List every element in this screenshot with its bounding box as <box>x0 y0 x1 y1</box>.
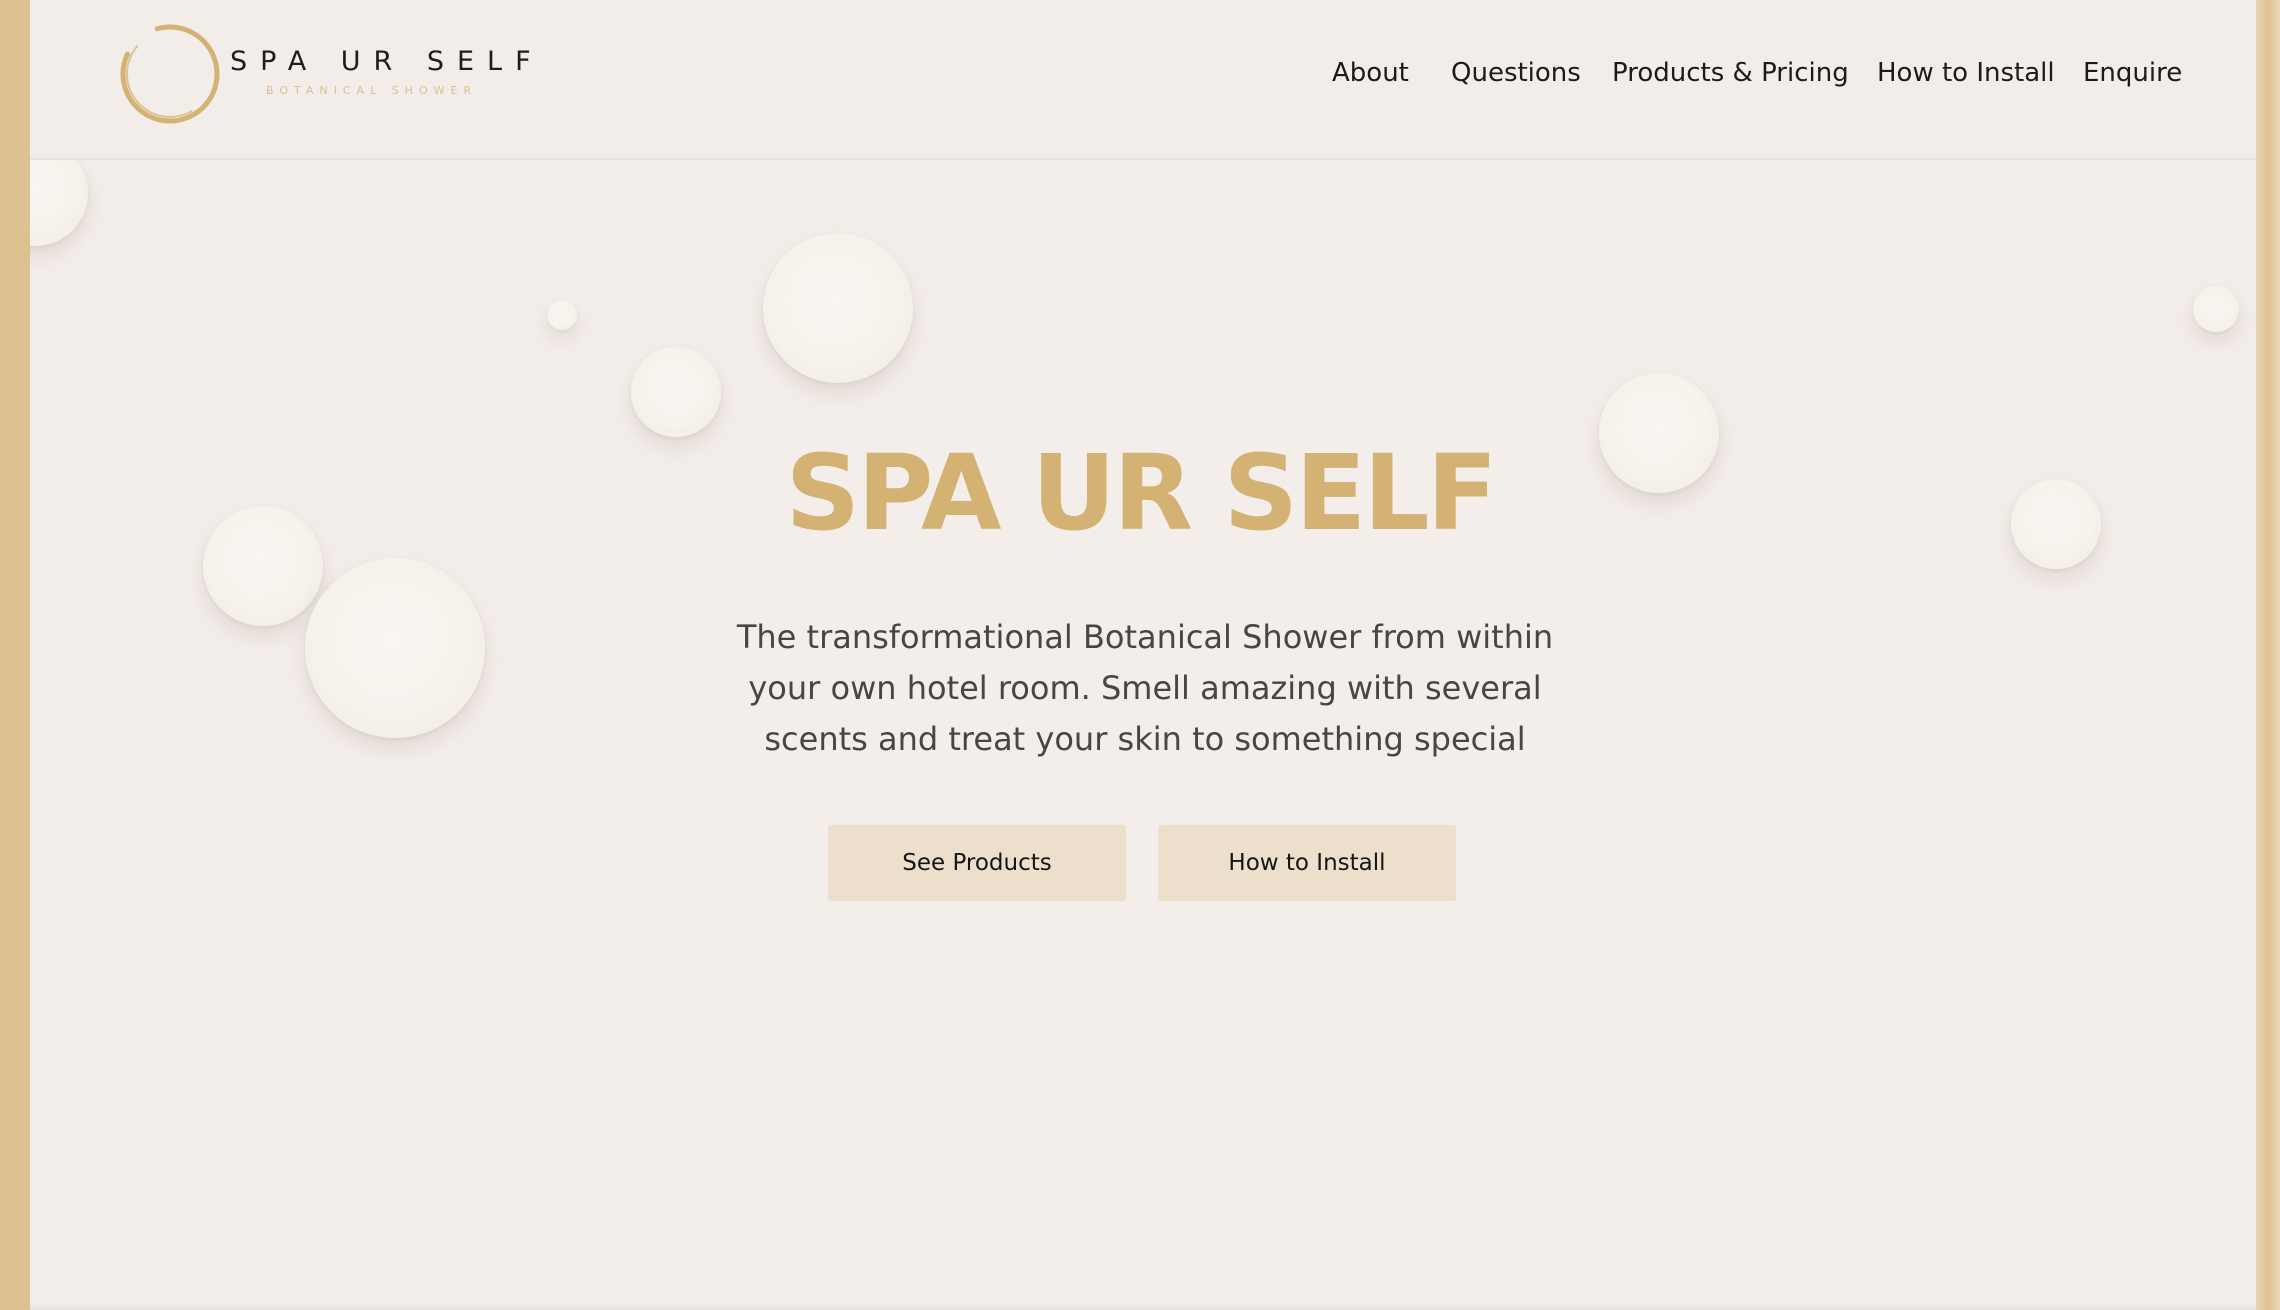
bubble-decoration <box>305 558 485 738</box>
bubble-decoration <box>547 300 577 330</box>
right-accent-rail <box>2256 0 2280 1310</box>
nav-item-products-pricing[interactable]: Products & Pricing <box>1612 58 1849 88</box>
see-products-button[interactable]: See Products <box>828 825 1126 901</box>
nav-item-questions[interactable]: Questions <box>1451 58 1581 88</box>
hero-title: SPA UR SELF <box>785 432 1497 554</box>
page: SPA UR SELF BOTANICAL SHOWER About Quest… <box>0 0 2280 1310</box>
site-header: SPA UR SELF BOTANICAL SHOWER About Quest… <box>30 0 2256 160</box>
nav-item-about[interactable]: About <box>1332 58 1409 88</box>
left-accent-rail <box>0 0 30 1310</box>
hero-description: The transformational Botanical Shower fr… <box>736 618 1554 758</box>
bubble-decoration <box>631 347 721 437</box>
nav-item-enquire[interactable]: Enquire <box>2083 58 2182 88</box>
nav-item-how-to-install[interactable]: How to Install <box>1877 58 2055 88</box>
how-to-install-button[interactable]: How to Install <box>1158 825 1456 901</box>
bubble-decoration <box>2193 286 2239 332</box>
section-divider <box>30 1302 2256 1310</box>
bubble-decoration <box>763 233 913 383</box>
main-nav: About Questions Products & Pricing How t… <box>30 58 2256 98</box>
